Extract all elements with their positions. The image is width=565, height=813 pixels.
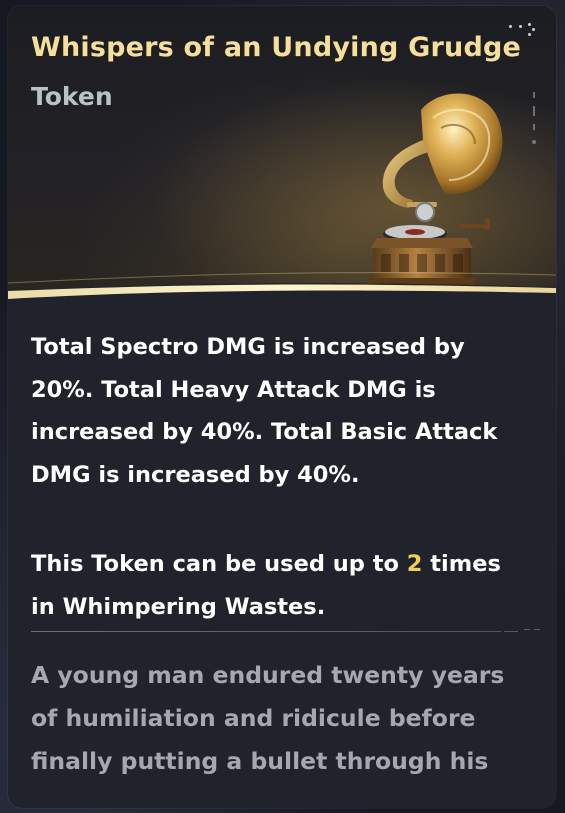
more-options-icon[interactable] [506, 20, 536, 40]
item-effect-description: Total Spectro DMG is increased by 20%. T… [31, 326, 531, 496]
usage-prefix: This Token can be used up to [31, 551, 399, 577]
usage-limit-text: This Token can be used up to 2 times in … [31, 543, 531, 628]
lore-line: finally putting a bullet through his [31, 747, 489, 775]
effect-line: increased by 40%. Total Basic Attack [31, 419, 498, 445]
item-title: Whispers of an Undying Grudge [31, 32, 522, 63]
item-lore-text: A young man endured twenty years of humi… [31, 654, 531, 783]
header-light-streak [8, 272, 556, 301]
usage-location: in Whimpering Wastes. [31, 593, 326, 620]
item-detail-card: Whispers of an Undying Grudge Token Tota… [8, 6, 556, 808]
usage-suffix: times [430, 551, 501, 577]
scroll-indicator [530, 92, 540, 152]
effect-line: 20%. Total Heavy Attack DMG is [31, 376, 436, 403]
lore-line: A young man endured twenty years [31, 661, 505, 689]
divider-ornament [504, 625, 544, 637]
effect-line: Total Spectro DMG is increased by [31, 334, 465, 360]
item-category: Token [31, 82, 113, 111]
item-header: Whispers of an Undying Grudge Token [8, 6, 556, 301]
section-divider [31, 631, 501, 632]
lore-line: of humiliation and ridicule before [31, 704, 476, 732]
effect-line: DMG is increased by 40%. [31, 461, 360, 488]
usage-count: 2 [406, 551, 423, 577]
